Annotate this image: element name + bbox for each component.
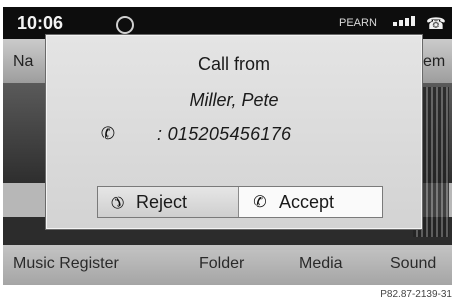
- phone-icon: ✆: [253, 194, 267, 211]
- accept-label: Accept: [279, 191, 335, 212]
- clock-time: 10:06: [17, 13, 64, 33]
- reject-button[interactable]: ✆ Reject: [98, 187, 239, 217]
- figure-caption: P82.87-2139-31: [380, 289, 452, 300]
- network-name: PEARN: [339, 17, 377, 29]
- menu-item-music-register[interactable]: Music Register: [13, 255, 119, 273]
- accept-button[interactable]: ✆ Accept: [239, 187, 382, 217]
- clock-icon: [116, 16, 134, 34]
- phone-handset-icon: ☎: [426, 16, 446, 33]
- incoming-call-dialog: Call from Miller, Pete ✆ : 015205456176 …: [46, 35, 422, 229]
- menu-item-sound[interactable]: Sound: [390, 255, 436, 273]
- menu-item-system[interactable]: em: [423, 53, 445, 71]
- reject-label: Reject: [136, 191, 188, 212]
- dialog-title: Call from: [197, 54, 270, 74]
- head-unit-screen: 10:06 PEARN ☎ Na em Music Register Folde…: [3, 7, 452, 285]
- menu-item-media[interactable]: Media: [299, 255, 343, 273]
- caller-name: Miller, Pete: [189, 90, 279, 110]
- signal-strength-icon: [393, 16, 415, 26]
- hang-up-icon: ✆: [105, 190, 128, 213]
- bottom-menu-bar: Music Register Folder Media Sound: [3, 245, 452, 285]
- phone-icon: ✆: [99, 122, 117, 145]
- call-action-buttons: ✆ Reject ✆ Accept: [97, 186, 383, 218]
- caller-number: : 015205456176: [157, 124, 292, 144]
- menu-item-folder[interactable]: Folder: [199, 255, 244, 273]
- menu-item-navi[interactable]: Na: [13, 53, 33, 71]
